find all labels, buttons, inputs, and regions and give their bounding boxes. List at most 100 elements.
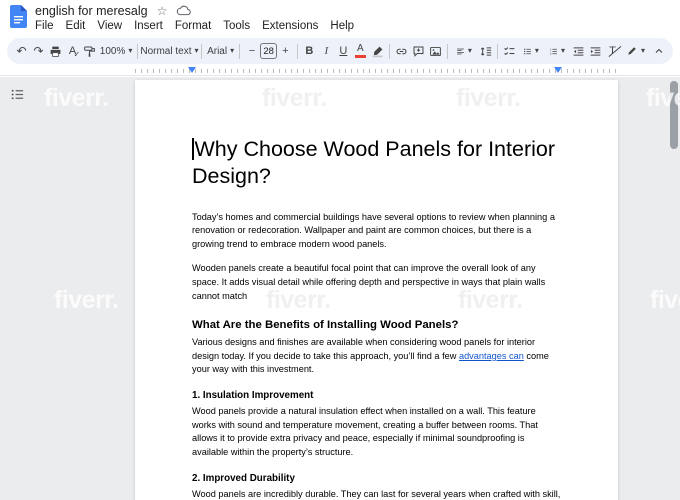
clear-formatting-icon: T <box>609 45 616 57</box>
increase-indent-button[interactable] <box>587 40 604 62</box>
menu-help[interactable]: Help <box>324 19 360 33</box>
google-docs-icon[interactable] <box>10 5 27 28</box>
header: english for meresalg ☆ File Edit View In… <box>0 0 680 37</box>
chevron-down-icon: ▾ <box>535 47 539 55</box>
add-comment-button[interactable] <box>410 40 427 62</box>
undo-icon: ↶ <box>16 45 26 57</box>
link-icon <box>395 45 408 58</box>
outline-icon <box>10 87 25 102</box>
highlighter-icon <box>371 45 384 58</box>
increase-font-size-button[interactable]: + <box>277 40 294 62</box>
checklist-icon <box>503 45 516 58</box>
divider <box>201 44 202 59</box>
decrease-indent-button[interactable] <box>570 40 587 62</box>
cloud-saved-icon[interactable] <box>176 5 191 16</box>
hide-menus-button[interactable] <box>650 40 667 62</box>
spellcheck-icon: A✓ <box>69 45 76 57</box>
menu-view[interactable]: View <box>91 19 128 33</box>
paragraph-focal-point[interactable]: Wooden panels create a beautiful focal p… <box>192 262 561 303</box>
divider <box>297 44 298 59</box>
menu-insert[interactable]: Insert <box>128 19 169 33</box>
menu-extensions[interactable]: Extensions <box>256 19 324 33</box>
menu-tools[interactable]: Tools <box>217 19 256 33</box>
heading-insulation[interactable]: 1. Insulation Improvement <box>192 390 561 401</box>
star-icon[interactable]: ☆ <box>157 5 168 17</box>
font-size-input[interactable]: 28 <box>260 43 276 59</box>
outdent-icon <box>572 45 585 58</box>
document-page[interactable]: Why Choose Wood Panels for Interior Desi… <box>135 80 618 500</box>
menu-format[interactable]: Format <box>169 19 217 33</box>
comment-icon <box>412 45 425 58</box>
checklist-button[interactable] <box>501 40 518 62</box>
paint-roller-icon <box>83 45 96 58</box>
insert-image-button[interactable] <box>427 40 444 62</box>
chevron-down-icon: ▾ <box>128 47 132 55</box>
print-button[interactable] <box>47 40 64 62</box>
menu-file[interactable]: File <box>29 19 60 33</box>
document-title[interactable]: english for meresalg <box>35 4 148 18</box>
menu-bar: File Edit View Insert Format Tools Exten… <box>29 19 360 33</box>
numbered-list-icon: 12 <box>549 45 558 58</box>
image-icon <box>429 45 442 58</box>
title-block: english for meresalg ☆ File Edit View In… <box>35 0 360 33</box>
ruler <box>0 65 680 76</box>
left-indent-marker[interactable] <box>188 67 196 73</box>
paint-format-button[interactable] <box>81 40 98 62</box>
chevron-up-icon <box>653 45 665 57</box>
font-select[interactable]: Arial▾ <box>205 40 237 62</box>
align-button[interactable]: ▾ <box>451 40 477 62</box>
bulleted-list-icon <box>523 45 532 58</box>
numbered-list-button[interactable]: 12 ▾ <box>544 40 570 62</box>
insert-link-button[interactable] <box>393 40 410 62</box>
zoom-select[interactable]: 100%▾ <box>98 40 134 62</box>
right-indent-marker[interactable] <box>554 67 562 73</box>
line-spacing-icon <box>479 45 492 58</box>
paragraph-intro[interactable]: Today’s homes and commercial buildings h… <box>192 211 561 252</box>
google-docs-app: english for meresalg ☆ File Edit View In… <box>0 0 680 500</box>
editing-mode-button[interactable]: ▾ <box>621 40 650 62</box>
line-spacing-button[interactable] <box>477 40 494 62</box>
spellcheck-button[interactable]: A✓ <box>64 40 81 62</box>
paragraph-insulation[interactable]: Wood panels provide a natural insulation… <box>192 405 561 459</box>
svg-text:2: 2 <box>550 51 552 55</box>
ruler-ticks <box>135 69 618 73</box>
underline-button[interactable]: U <box>335 40 352 62</box>
divider <box>497 44 498 59</box>
heading-benefits[interactable]: What Are the Benefits of Installing Wood… <box>192 319 561 331</box>
chevron-down-icon: ▾ <box>561 47 565 55</box>
vertical-scrollbar-thumb[interactable] <box>670 81 678 149</box>
heading-durability[interactable]: 2. Improved Durability <box>192 473 561 484</box>
menu-edit[interactable]: Edit <box>60 19 92 33</box>
print-icon <box>49 45 62 58</box>
toolbar: ↶ ↷ A✓ 100%▾ Normal text▾ Arial▾ − 28 + … <box>7 38 673 64</box>
divider <box>137 44 138 59</box>
advantages-link[interactable]: advantages can <box>459 351 524 361</box>
divider <box>239 44 240 59</box>
decrease-font-size-button[interactable]: − <box>243 40 260 62</box>
text-color-icon: A <box>355 44 366 58</box>
paragraph-benefits[interactable]: Various designs and finishes are availab… <box>192 336 561 377</box>
pencil-icon <box>626 45 638 57</box>
bulleted-list-button[interactable]: ▾ <box>518 40 544 62</box>
divider <box>389 44 390 59</box>
paragraph-durability[interactable]: Wood panels are incredibly durable. They… <box>192 488 561 500</box>
chevron-down-icon: ▾ <box>468 47 472 55</box>
italic-button[interactable]: I <box>318 40 335 62</box>
clear-formatting-button[interactable]: T <box>604 40 621 62</box>
undo-button[interactable]: ↶ <box>13 40 30 62</box>
document-canvas: Why Choose Wood Panels for Interior Desi… <box>0 77 680 500</box>
align-left-icon <box>456 45 465 58</box>
text-color-button[interactable]: A <box>352 40 369 62</box>
text-cursor <box>192 138 194 160</box>
document-outline-button[interactable] <box>8 85 27 104</box>
highlight-color-button[interactable] <box>369 40 386 62</box>
paragraph-styles-select[interactable]: Normal text▾ <box>141 40 198 62</box>
indent-icon <box>589 45 602 58</box>
chevron-down-icon: ▾ <box>641 47 645 55</box>
chevron-down-icon: ▾ <box>194 47 198 55</box>
chevron-down-icon: ▾ <box>230 47 234 55</box>
toolbar-right-group: ▾ <box>621 40 667 62</box>
redo-button[interactable]: ↷ <box>30 40 47 62</box>
bold-button[interactable]: B <box>301 40 318 62</box>
doc-title-heading[interactable]: Why Choose Wood Panels for Interior Desi… <box>192 136 561 191</box>
